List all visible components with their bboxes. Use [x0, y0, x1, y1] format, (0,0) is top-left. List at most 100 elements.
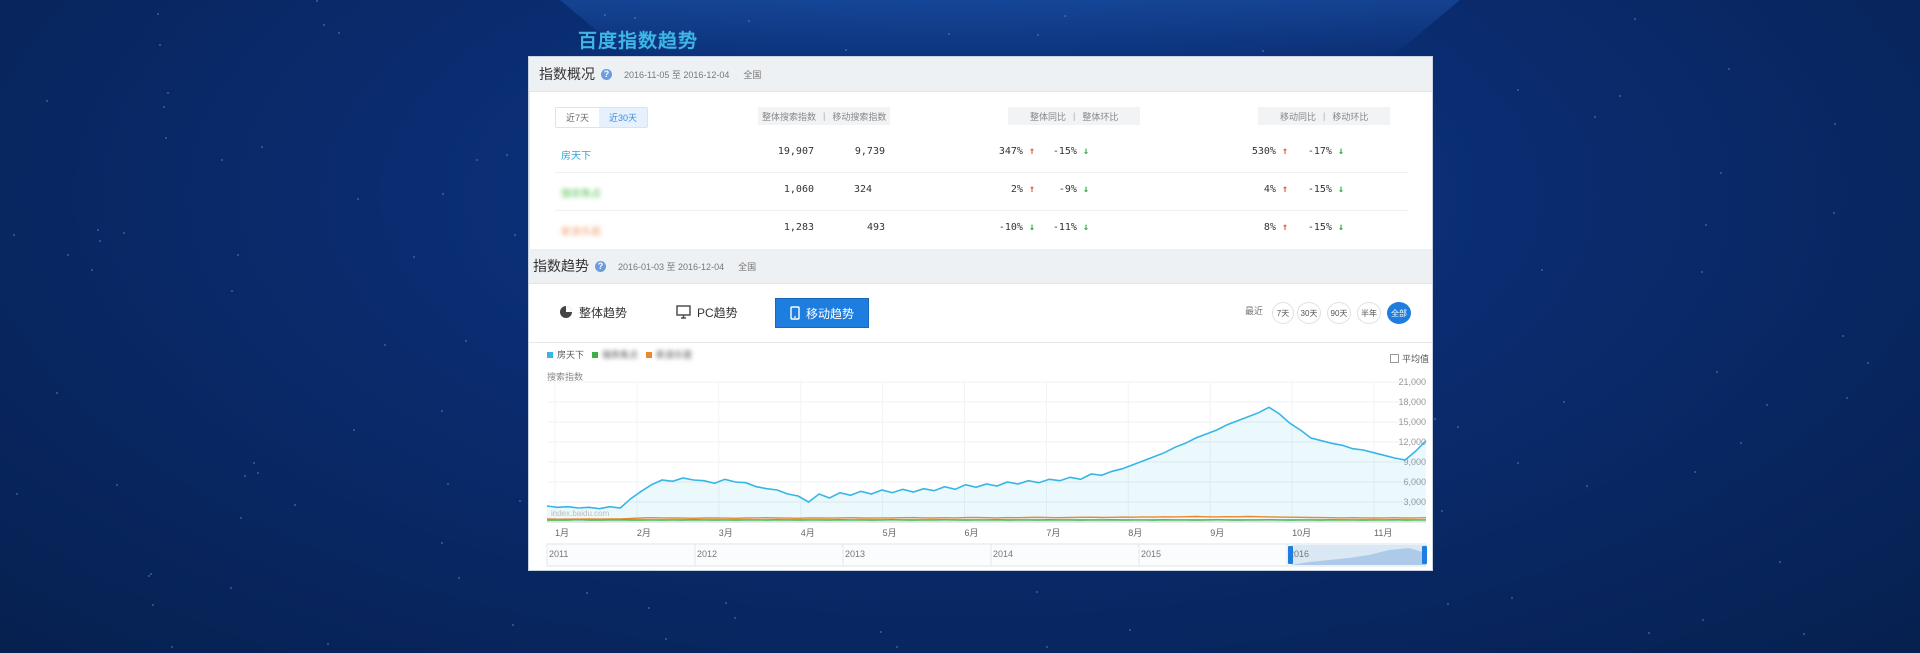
row-keyword[interactable]: 房天下: [561, 147, 591, 162]
background-dot: [1648, 632, 1650, 634]
background-dot: [323, 24, 325, 26]
background-dot: [441, 410, 443, 412]
background-dot: [221, 159, 223, 161]
background-dot: [725, 602, 727, 604]
background-dot: [634, 17, 636, 19]
col-overall-yoy: 整体同比: [1030, 111, 1067, 122]
row-mobile-index: 493: [866, 222, 885, 233]
background-dot: [244, 475, 246, 477]
col-mobile-mom: 移动环比: [1332, 111, 1369, 122]
col-head-overall: 整体同比 | 整体环比: [1008, 107, 1141, 125]
background-dot: [253, 462, 255, 464]
row-keyword[interactable]: 新浪乐居: [561, 223, 601, 238]
background-dot: [1833, 212, 1835, 214]
background-dot: [1541, 269, 1543, 271]
background-dot: [1517, 462, 1519, 464]
background-dot: [1701, 271, 1703, 273]
watermark: index.baidu.com: [551, 509, 610, 518]
range-7d-button[interactable]: 7天: [1272, 302, 1294, 324]
arrow-down-icon: ↓: [1082, 146, 1089, 157]
help-icon[interactable]: ?: [601, 68, 612, 80]
tab-mobile-trend[interactable]: 移动趋势: [775, 298, 870, 328]
background-dot: [665, 638, 667, 640]
background-dot: [604, 14, 606, 16]
range-90d-button[interactable]: 90天: [1327, 302, 1351, 324]
background-dot: [1046, 646, 1048, 648]
range-30d-button[interactable]: 30天: [1297, 302, 1321, 324]
timeline-year-label: 2012: [697, 549, 717, 559]
background-dot: [519, 500, 521, 502]
timeline-year-label: 2011: [549, 549, 568, 559]
series-area-fangtianxia: [547, 407, 1426, 522]
timeline-handle-left[interactable]: [1288, 546, 1293, 564]
timeline-year-label: 2014: [993, 549, 1013, 559]
background-dot: [896, 646, 898, 648]
help-icon[interactable]: ?: [595, 260, 606, 272]
background-dot: [16, 493, 18, 495]
background-dot: [1619, 95, 1621, 97]
background-dot: [447, 483, 449, 485]
background-dot: [948, 33, 950, 35]
period-switch: 近7天 近30天: [555, 107, 649, 128]
background-dot: [734, 617, 736, 619]
background-dot: [1262, 50, 1264, 52]
background-dot: [1702, 619, 1704, 621]
background-dot: [1720, 172, 1722, 174]
table-row: 房天下 19,907 9,739 347% ↑ -15% ↓ 530% ↑ -1…: [555, 134, 1408, 173]
row-total-index: 1,060: [783, 184, 814, 195]
background-dot: [261, 146, 263, 148]
recent-label: 最近: [1245, 306, 1264, 316]
background-dot: [150, 573, 152, 575]
range-all-button[interactable]: 全部: [1387, 302, 1411, 324]
background-dot: [1441, 510, 1443, 512]
background-dot: [748, 20, 750, 22]
background-dot: [294, 504, 296, 506]
arrow-down-icon: ↓: [1082, 222, 1089, 233]
x-tick-label: 8月: [1128, 528, 1142, 538]
arrow-up-icon: ↑: [1281, 222, 1288, 233]
background-dot: [1634, 18, 1636, 20]
y-tick-label: 21,000: [1398, 377, 1426, 387]
timeline-handle-right[interactable]: [1422, 546, 1427, 564]
background-dot: [1586, 485, 1588, 487]
background-dot: [1457, 426, 1459, 428]
background-dot: [171, 646, 173, 648]
overview-region: 全国: [743, 69, 762, 80]
period-tab-30d[interactable]: 近30天: [599, 108, 648, 127]
mobile-icon: [790, 306, 800, 320]
table-row: 搜房焦点 1,060 324 2% ↑ -9% ↓ 4% ↑ -15% ↓: [555, 172, 1408, 211]
x-tick-label: 6月: [965, 528, 979, 538]
background-dot: [167, 92, 169, 94]
background-dot: [1036, 591, 1038, 593]
y-axis-label: 搜索指数: [547, 371, 583, 382]
timeline-slider: 2011 2012 2013 2014 2015 2016: [546, 543, 1427, 567]
row-mobile-mom: -15% ↓: [1307, 222, 1344, 233]
background-dot: [97, 229, 99, 231]
x-tick-label: 5月: [883, 528, 897, 538]
background-dot: [91, 269, 93, 271]
x-tick-label: 9月: [1210, 528, 1224, 538]
row-keyword[interactable]: 搜房焦点: [561, 185, 601, 200]
background-dot: [476, 159, 478, 161]
background-dot: [257, 472, 259, 474]
background-dot: [1064, 15, 1066, 17]
period-tab-7d[interactable]: 近7天: [556, 108, 600, 127]
trend-date-range: 2016-01-03 至 2016-12-04: [618, 261, 725, 272]
row-mobile-yoy: 8% ↑: [1263, 222, 1288, 233]
range-halfyear-button[interactable]: 半年: [1357, 302, 1381, 324]
background-dot: [1740, 442, 1742, 444]
background-dot: [1716, 371, 1718, 373]
x-tick-label: 11月: [1374, 528, 1392, 538]
y-tick-label: 15,000: [1398, 417, 1426, 427]
arrow-up-icon: ↑: [1028, 184, 1035, 195]
tab-overall-trend[interactable]: 整体趋势: [559, 298, 627, 326]
background-dot: [441, 542, 443, 544]
background-dot: [338, 32, 340, 34]
background-dot: [148, 575, 150, 577]
tab-pc-trend[interactable]: PC趋势: [676, 298, 738, 326]
y-tick-label: 18,000: [1398, 397, 1426, 407]
x-tick-label: 3月: [719, 528, 733, 538]
monitor-icon: [676, 305, 691, 319]
row-mobile-yoy: 4% ↑: [1263, 184, 1288, 195]
x-tick-label: 7月: [1046, 528, 1060, 538]
